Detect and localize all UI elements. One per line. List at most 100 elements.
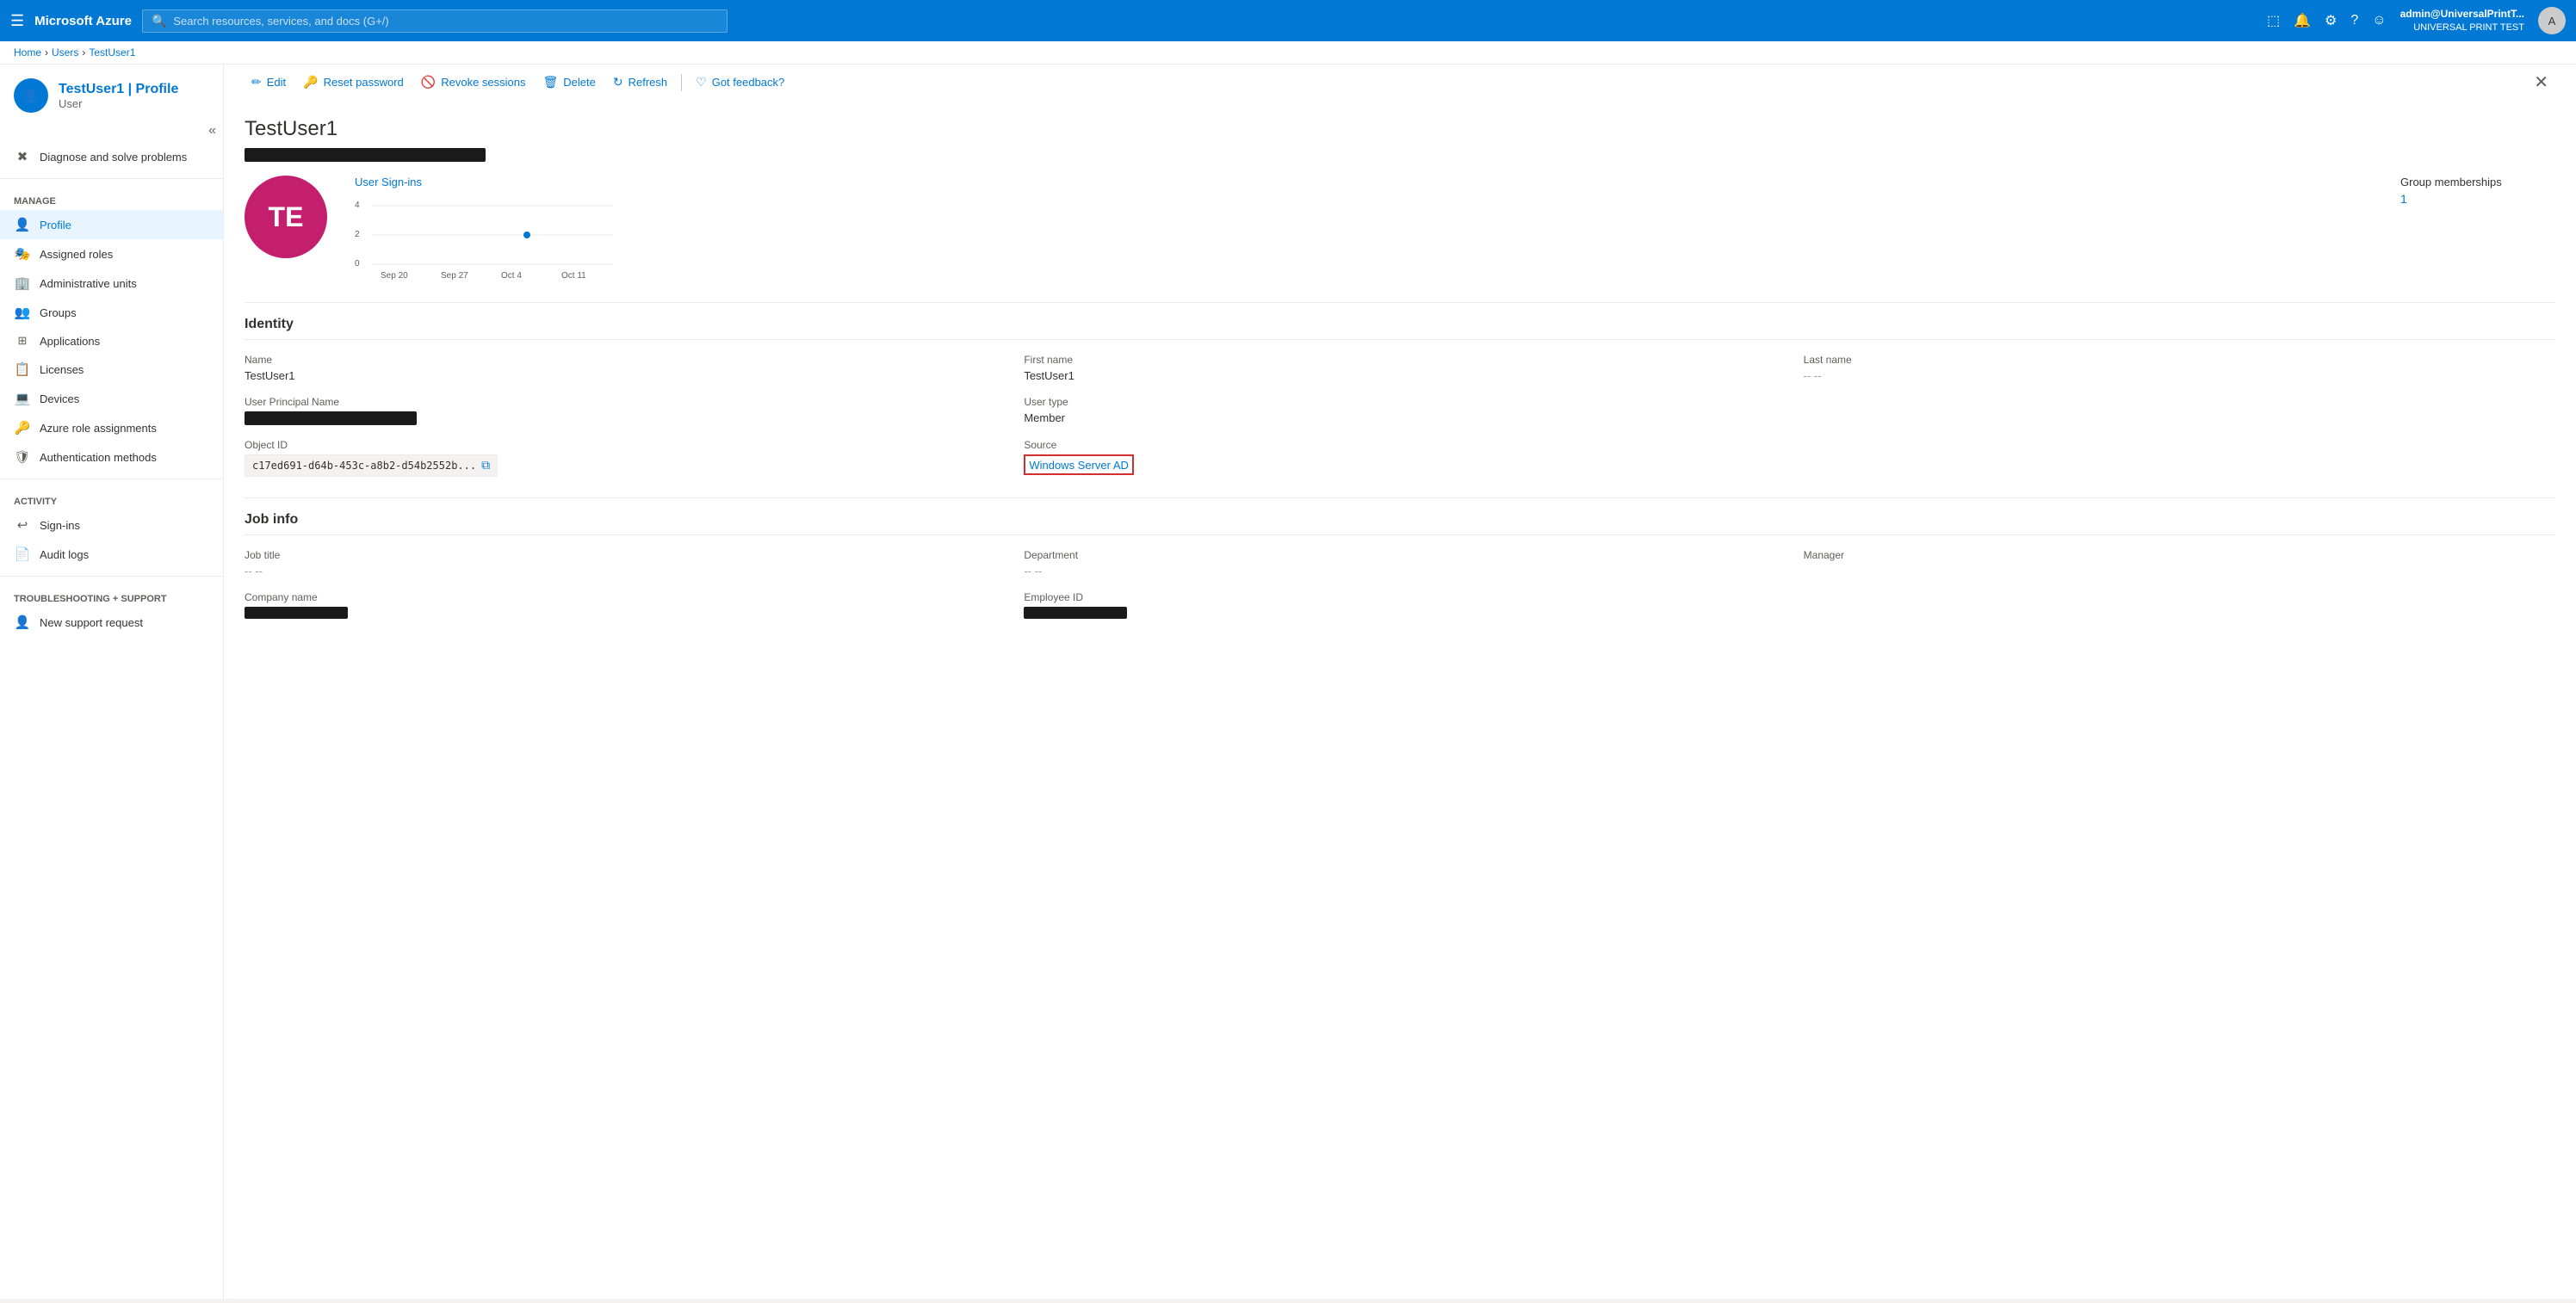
help-icon[interactable]: ?	[2350, 13, 2358, 28]
refresh-icon: ↻	[613, 75, 623, 90]
user-account[interactable]: admin@UniversalPrintT... UNIVERSAL PRINT…	[2400, 8, 2524, 34]
company-name-field: Company name	[245, 591, 996, 619]
chart-container: 4 2 0 Sep 20 Sep 27 Oct 4 Oct 11	[355, 195, 630, 281]
source-field: Source Windows Server AD	[1024, 439, 1775, 477]
group-memberships-count[interactable]: 1	[2400, 192, 2555, 206]
sidebar-item-support[interactable]: 👤 New support request	[0, 608, 223, 637]
delete-button[interactable]: 🗑 Delete	[536, 71, 603, 93]
breadcrumb-users[interactable]: Users	[52, 46, 78, 59]
svg-text:Oct 4: Oct 4	[501, 271, 522, 281]
user-type-label: User type	[1024, 396, 1775, 408]
top-navigation: ☰ Microsoft Azure 🔍 ⬚ 🔔 ⚙ ? ☺ admin@Univ…	[0, 0, 2576, 41]
first-name-value: TestUser1	[1024, 369, 1775, 382]
assigned-roles-label: Assigned roles	[40, 248, 113, 261]
groups-label: Groups	[40, 306, 77, 319]
edit-button[interactable]: ✏ Edit	[245, 71, 293, 93]
notifications-icon[interactable]: 🔔	[2294, 12, 2311, 29]
search-bar[interactable]: 🔍	[142, 9, 728, 33]
object-id-label: Object ID	[245, 439, 996, 451]
sidebar-item-licenses[interactable]: 📋 Licenses	[0, 355, 223, 384]
copy-icon[interactable]: ⧉	[481, 459, 490, 472]
admin-units-label: Administrative units	[40, 277, 137, 290]
search-icon: 🔍	[152, 14, 166, 28]
settings-icon[interactable]: ⚙	[2325, 12, 2337, 29]
chart-title[interactable]: User Sign-ins	[355, 176, 2373, 188]
key-icon: 🔑	[303, 75, 318, 90]
reset-password-button[interactable]: 🔑 Reset password	[296, 71, 411, 93]
svg-text:Oct 11: Oct 11	[561, 271, 586, 281]
sidebar-item-applications[interactable]: ⊞ Applications	[0, 327, 223, 355]
heart-icon: ♡	[696, 75, 707, 90]
diagnose-icon: ✖	[14, 149, 31, 164]
group-memberships-label: Group memberships	[2400, 176, 2555, 188]
svg-text:Sep 27: Sep 27	[441, 271, 468, 281]
sidebar-item-auth-methods[interactable]: 🛡 Authentication methods	[0, 442, 223, 472]
applications-icon: ⊞	[14, 334, 31, 348]
department-field: Department -- --	[1024, 549, 1775, 577]
breadcrumb-home[interactable]: Home	[14, 46, 41, 59]
sidebar-item-administrative-units[interactable]: 🏢 Administrative units	[0, 269, 223, 298]
section-divider	[245, 302, 2555, 303]
sidebar-item-profile[interactable]: 👤 Profile	[0, 210, 223, 239]
sidebar-item-azure-roles[interactable]: 🔑 Azure role assignments	[0, 413, 223, 442]
sidebar-divider-3	[0, 576, 223, 577]
object-id-container: c17ed691-d64b-453c-a8b2-d54b2552b... ⧉	[245, 454, 996, 477]
licenses-icon: 📋	[14, 361, 31, 377]
sidebar-user-type: User	[59, 97, 178, 110]
sidebar-collapse-button[interactable]: «	[208, 123, 216, 139]
toolbar: ✏ Edit 🔑 Reset password 🚫 Revoke session…	[224, 65, 2576, 103]
audit-logs-icon: 📄	[14, 547, 31, 562]
feedback-icon[interactable]: ☺	[2372, 13, 2386, 28]
devices-label: Devices	[40, 392, 79, 405]
sign-ins-chart: 4 2 0 Sep 20 Sep 27 Oct 4 Oct 11	[355, 195, 630, 281]
sidebar-item-sign-ins[interactable]: ↩ Sign-ins	[0, 510, 223, 540]
tenant-display: UNIVERSAL PRINT TEST	[2400, 22, 2524, 34]
revoke-sessions-button[interactable]: 🚫 Revoke sessions	[414, 71, 533, 93]
source-label: Source	[1024, 439, 1775, 451]
redacted-bar	[245, 148, 486, 162]
sidebar-item-audit-logs[interactable]: 📄 Audit logs	[0, 540, 223, 569]
svg-text:Sep 20: Sep 20	[381, 271, 408, 281]
search-input[interactable]	[173, 15, 718, 28]
identity-grid: Name TestUser1 First name TestUser1 Last…	[245, 354, 2555, 477]
activity-section-label: Activity	[0, 486, 223, 510]
sign-ins-label: Sign-ins	[40, 519, 80, 532]
username-display: admin@UniversalPrintT...	[2400, 8, 2524, 22]
ban-icon: 🚫	[421, 75, 436, 90]
portal-icon[interactable]: ⬚	[2267, 12, 2280, 29]
azure-roles-label: Azure role assignments	[40, 422, 157, 435]
upn-value	[245, 411, 417, 425]
assigned-roles-icon: 🎭	[14, 246, 31, 262]
breadcrumb: Home › Users › TestUser1	[0, 41, 2576, 65]
employee-id-label: Employee ID	[1024, 591, 1775, 603]
sidebar-diagnose[interactable]: ✖ Diagnose and solve problems	[0, 142, 223, 171]
name-value: TestUser1	[245, 369, 996, 382]
upn-field: User Principal Name	[245, 396, 996, 425]
app-logo: Microsoft Azure	[34, 14, 132, 28]
applications-label: Applications	[40, 335, 100, 348]
source-value-container: Windows Server AD	[1024, 454, 1134, 475]
refresh-button[interactable]: ↻ Refresh	[606, 71, 674, 93]
feedback-button[interactable]: ♡ Got feedback?	[689, 71, 791, 93]
hamburger-icon[interactable]: ☰	[10, 12, 24, 30]
page-layout: 👤 TestUser1 | Profile User « ✖ Diagnose …	[0, 65, 2576, 1299]
breadcrumb-testuser1[interactable]: TestUser1	[89, 46, 135, 59]
user-avatar[interactable]: A	[2538, 7, 2566, 34]
user-type-value: Member	[1024, 411, 1775, 424]
department-value: -- --	[1024, 565, 1775, 577]
admin-units-icon: 🏢	[14, 275, 31, 291]
content-area: TestUser1 TE User Sign-ins 4 2 0	[224, 103, 2576, 653]
source-value[interactable]: Windows Server AD	[1029, 459, 1129, 472]
page-title: TestUser1	[245, 117, 2555, 141]
employee-id-field: Employee ID	[1024, 591, 1775, 619]
department-label: Department	[1024, 549, 1775, 561]
user-info-row: TE User Sign-ins 4 2 0	[245, 176, 2555, 281]
azure-roles-icon: 🔑	[14, 420, 31, 435]
job-info-title: Job info	[245, 512, 2555, 535]
sidebar-item-groups[interactable]: 👥 Groups	[0, 298, 223, 327]
nav-icons: ⬚ 🔔 ⚙ ? ☺ admin@UniversalPrintT... UNIVE…	[2267, 7, 2566, 34]
sidebar-item-devices[interactable]: 💻 Devices	[0, 384, 223, 413]
sidebar-item-assigned-roles[interactable]: 🎭 Assigned roles	[0, 239, 223, 269]
job-info-grid: Job title -- -- Department -- -- Manager…	[245, 549, 2555, 619]
close-button[interactable]: ✕	[2534, 71, 2548, 93]
